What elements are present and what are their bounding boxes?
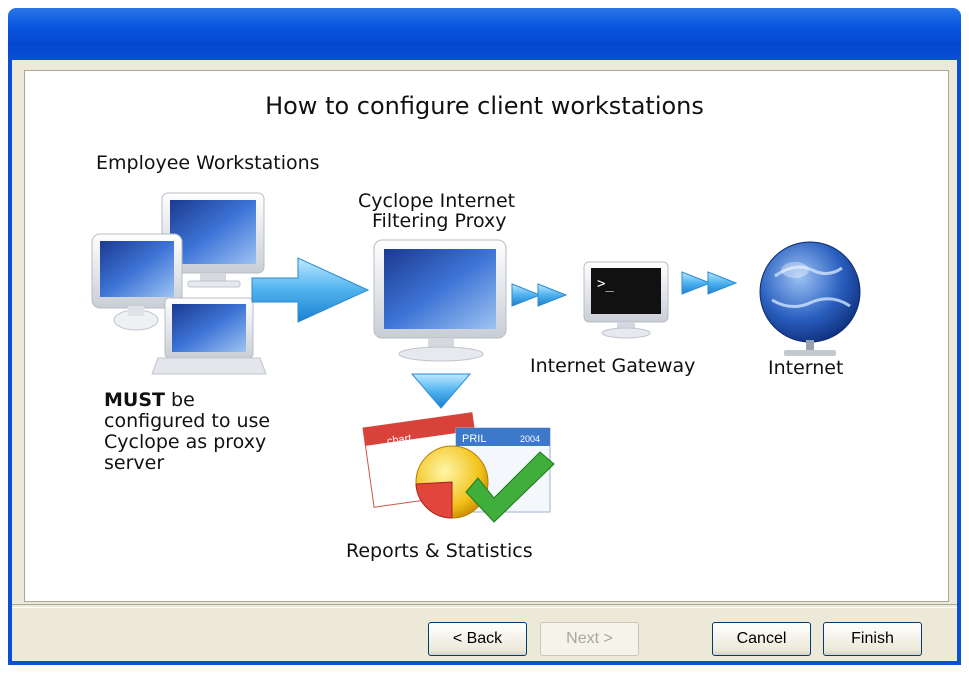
finish-button[interactable]: Finish <box>823 622 922 656</box>
workstation-laptop-icon <box>151 297 267 375</box>
internet-label: Internet <box>768 357 844 379</box>
proxy-label-line1: Cyclope Internet <box>358 190 516 212</box>
reports-icon: chart PRIL 2004 <box>362 412 555 523</box>
must-note-line1: MUST be <box>104 391 195 410</box>
cancel-button[interactable]: Cancel <box>712 622 811 656</box>
back-button[interactable]: < Back <box>428 622 527 656</box>
next-button[interactable]: Next > <box>540 622 639 656</box>
report-doc-text: 2004 <box>520 434 540 444</box>
must-note-line2: configured to use <box>104 410 271 432</box>
report-doc-text: PRIL <box>462 433 486 445</box>
double-arrow-icon <box>511 283 568 307</box>
proxy-label-line2: Filtering Proxy <box>372 210 507 232</box>
must-note-line3: Cyclope as proxy <box>104 431 267 453</box>
arrow-down-icon <box>410 373 472 409</box>
must-rest: be <box>164 389 195 411</box>
internet-globe-icon <box>759 241 861 356</box>
proxy-server-icon <box>373 239 507 362</box>
arrow-right-icon <box>251 257 370 323</box>
must-note-line4: server <box>104 452 165 474</box>
svg-text:>_: >_ <box>597 276 614 292</box>
double-arrow-icon <box>681 271 738 295</box>
reports-label: Reports & Statistics <box>346 540 533 562</box>
gateway-terminal-icon: >_ <box>583 261 669 339</box>
must-bold: MUST <box>104 389 165 411</box>
network-diagram: >_ chart PRIL 2004 <box>91 192 861 523</box>
gateway-label: Internet Gateway <box>530 355 696 377</box>
button-separator <box>12 604 957 608</box>
